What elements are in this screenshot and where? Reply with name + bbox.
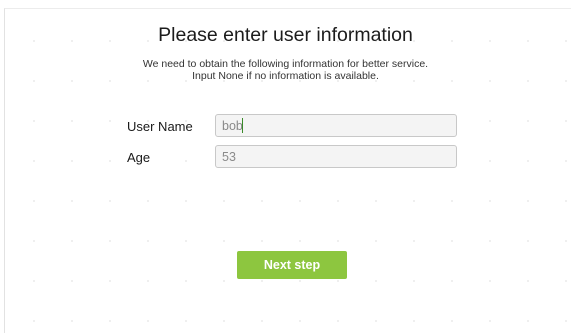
text-cursor <box>242 118 243 133</box>
age-input[interactable] <box>215 145 457 168</box>
subtitle-line-2: Input None if no information is availabl… <box>192 70 379 82</box>
page-title: Please enter user information <box>158 24 413 46</box>
age-label: Age <box>127 150 151 165</box>
user-name-input[interactable] <box>215 114 457 137</box>
form-panel <box>4 8 571 333</box>
user-name-label: User Name <box>127 119 193 134</box>
subtitle-line-1: We need to obtain the following informat… <box>142 58 429 70</box>
next-step-button[interactable]: Next step <box>237 251 347 279</box>
